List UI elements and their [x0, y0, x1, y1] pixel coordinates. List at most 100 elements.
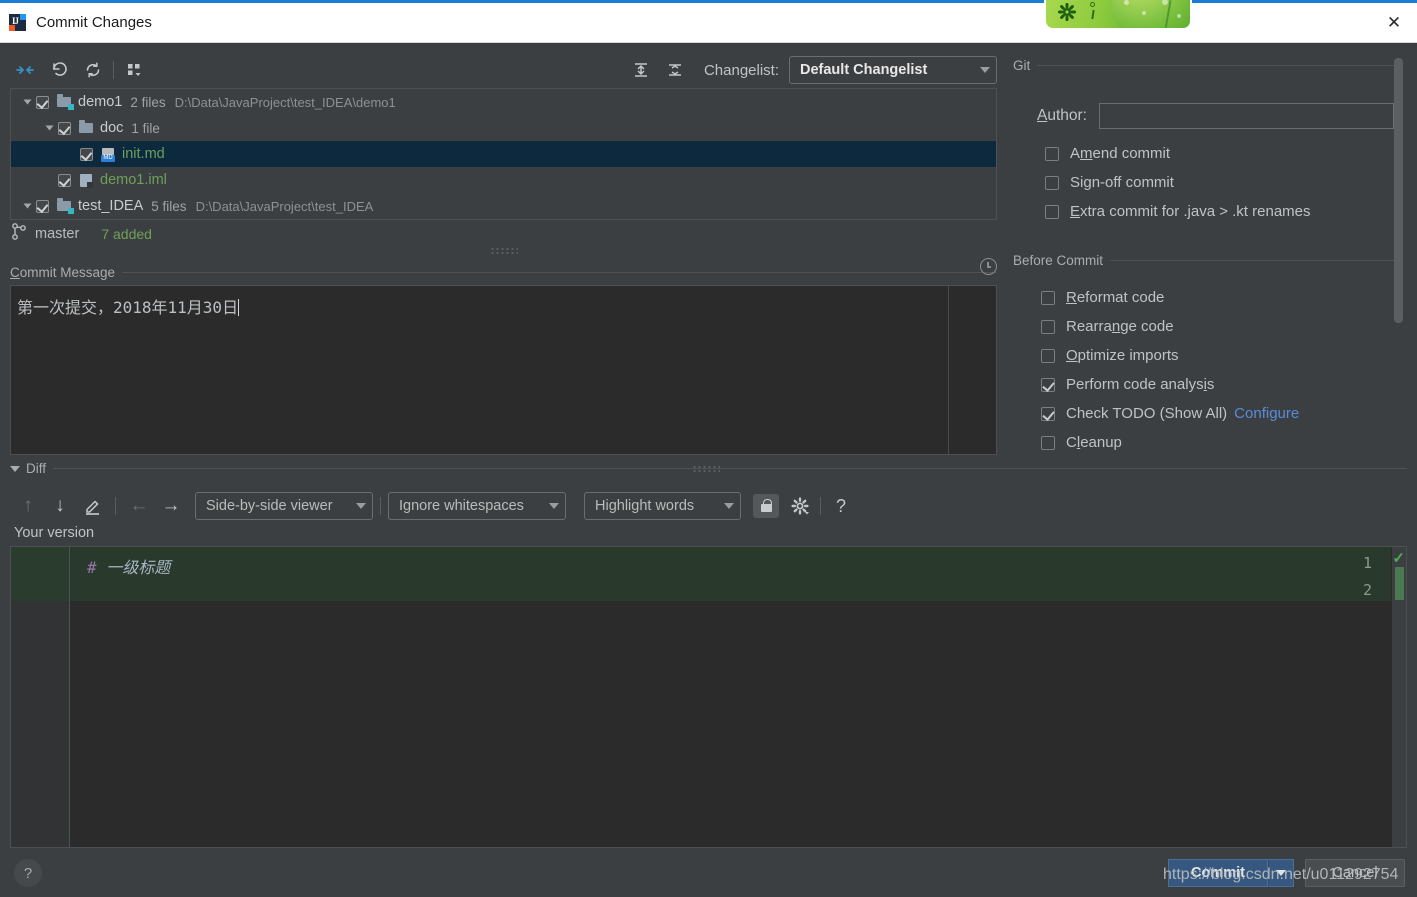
table-row[interactable]: MD init.md — [11, 141, 996, 167]
diff-section-header[interactable]: Diff — [10, 461, 1407, 476]
arrow-down-icon[interactable]: ↓ — [44, 493, 76, 519]
checkbox-row[interactable]: Extra commit for .java > .kt renames — [1045, 197, 1311, 226]
options-scrollbar[interactable] — [1394, 58, 1403, 323]
section-divider — [1037, 65, 1395, 66]
label-post: xtra commit for .java > .kt renames — [1080, 203, 1311, 220]
file-name: demo1.iml — [100, 172, 167, 188]
arrow-up-icon[interactable]: ↑ — [12, 493, 44, 519]
checkbox-row[interactable]: Amend commit — [1045, 139, 1311, 168]
changed-files-tree[interactable]: demo1 2 files D:\Data\JavaProject\test_IDE… — [10, 88, 997, 220]
checkbox-row[interactable]: Cleanup — [1041, 428, 1299, 457]
checkbox-row[interactable]: Optimize imports — [1041, 341, 1299, 370]
git-section-label: Git — [1013, 58, 1031, 73]
gear-icon[interactable] — [787, 493, 813, 519]
checkbox[interactable] — [1041, 406, 1055, 421]
label-pre: Perform code analys — [1066, 376, 1204, 393]
chevron-down-icon[interactable] — [41, 124, 58, 132]
toolbar-divider — [113, 61, 114, 79]
diff-toolbar: ↑ ↓ ← → Side-by-side viewer Ignore white… — [12, 491, 1407, 521]
checkbox[interactable] — [1045, 204, 1059, 219]
table-row[interactable]: doc 1 file — [11, 115, 996, 141]
checkbox[interactable] — [1041, 290, 1055, 305]
section-divider — [122, 272, 997, 273]
table-row[interactable]: demo1.iml — [11, 167, 996, 193]
changelist-value: Default Changelist — [800, 62, 928, 78]
table-row[interactable]: demo1 2 files D:\Data\JavaProject\test_IDE… — [11, 89, 996, 115]
folder-icon — [78, 120, 96, 136]
intellij-idea-icon: IJ — [9, 14, 26, 31]
toolbar-divider — [380, 497, 381, 515]
author-field[interactable] — [1098, 103, 1394, 129]
file-checkbox[interactable] — [36, 199, 49, 213]
refresh-icon[interactable] — [80, 57, 106, 83]
tree-splitter-handle[interactable] — [490, 247, 518, 255]
checkbox-row[interactable]: Check TODO (Show All) Configure — [1041, 399, 1299, 428]
whitespace-mode-combo[interactable]: Ignore whitespaces — [388, 492, 566, 520]
clock-icon[interactable] — [980, 258, 997, 275]
section-divider — [1110, 260, 1395, 261]
collapse-all-icon[interactable] — [662, 57, 688, 83]
lock-icon[interactable] — [753, 494, 779, 518]
gear-icon[interactable] — [1057, 2, 1077, 22]
arrow-right-icon[interactable]: → — [155, 493, 187, 519]
code-text: 一级标题 — [96, 558, 171, 577]
close-icon[interactable]: ✕ — [1371, 3, 1417, 43]
chevron-down-icon[interactable] — [19, 202, 36, 210]
label-mnemonic: R — [1066, 289, 1077, 306]
checkbox[interactable] — [1045, 146, 1059, 161]
commit-message-input[interactable]: 第一次提交，2018年11月30日 — [10, 285, 997, 455]
checkbox[interactable] — [1041, 319, 1055, 334]
highlight-mode-value: Highlight words — [595, 498, 695, 514]
file-name: test_IDEA — [78, 198, 144, 214]
table-row[interactable]: test_IDEA 5 files D:\Data\JavaProject\test… — [11, 193, 996, 219]
checkbox[interactable] — [1041, 377, 1055, 392]
before-commit-checkbox-group: Reformat code Rearrange code Optimize impo… — [1041, 283, 1299, 457]
checkbox[interactable] — [1045, 175, 1059, 190]
checkbox-row[interactable]: Perform code analysis — [1041, 370, 1299, 399]
file-checkbox[interactable] — [80, 147, 93, 161]
checkbox-row[interactable]: Reformat code — [1041, 283, 1299, 312]
diff-change-marker[interactable] — [1395, 567, 1404, 600]
before-commit-section-label: Before Commit — [1013, 253, 1104, 268]
file-path: D:\Data\JavaProject\test_IDEA — [195, 198, 374, 214]
checkbox-row[interactable]: Sign-off commit — [1045, 168, 1311, 197]
arrow-left-icon[interactable]: ← — [123, 493, 155, 519]
checkbox-row[interactable]: Rearrange code — [1041, 312, 1299, 341]
author-row: Author: — [1037, 103, 1394, 129]
highlight-mode-combo[interactable]: Highlight words — [584, 492, 741, 520]
git-checkbox-group: Amend commit Sign-off commit Extra commit … — [1045, 139, 1311, 226]
checkbox-label: Rearrange code — [1066, 318, 1174, 335]
checkbox[interactable] — [1041, 348, 1055, 363]
handwriting-icon[interactable] — [1090, 2, 1095, 7]
checkbox[interactable] — [1041, 435, 1055, 450]
git-section-header: Git — [1013, 58, 1395, 73]
help-button[interactable]: ? — [14, 859, 42, 887]
label-mnemonic: g — [1083, 174, 1092, 191]
handwriting-icon-stem — [1091, 9, 1095, 20]
expand-all-icon[interactable] — [628, 57, 654, 83]
label-post: end commit — [1092, 145, 1171, 162]
file-checkbox[interactable] — [58, 121, 71, 135]
undo-arrow-icon[interactable] — [46, 57, 72, 83]
checkbox-label: Check TODO (Show All) — [1066, 405, 1227, 422]
viewer-mode-combo[interactable]: Side-by-side viewer — [195, 492, 373, 520]
file-count: 1 file — [131, 120, 160, 136]
file-checkbox[interactable] — [36, 95, 49, 109]
question-mark-icon[interactable]: ? — [828, 493, 854, 519]
file-checkbox[interactable] — [58, 173, 71, 187]
chevron-down-icon[interactable] — [19, 98, 36, 106]
diff-editor[interactable]: 1 # 一级标题 2 ✓ — [10, 546, 1407, 848]
file-count: 5 files — [151, 198, 187, 214]
checkbox-label: Amend commit — [1070, 145, 1170, 162]
group-by-icon[interactable] — [121, 57, 147, 83]
diff-marker-panel[interactable]: ✓ — [1392, 547, 1406, 847]
pencil-icon[interactable] — [76, 493, 108, 519]
label-mnemonic: n — [1111, 318, 1121, 335]
configure-link[interactable]: Configure — [1234, 405, 1299, 422]
changelist-combo[interactable]: Default Changelist — [789, 56, 997, 84]
label-post: eformat code — [1076, 289, 1165, 306]
show-diff-icon[interactable] — [12, 57, 38, 83]
checkbox-label: Extra commit for .java > .kt renames — [1070, 203, 1311, 220]
text-caret — [238, 299, 240, 316]
ime-toolbar-overlay[interactable] — [1044, 0, 1192, 30]
